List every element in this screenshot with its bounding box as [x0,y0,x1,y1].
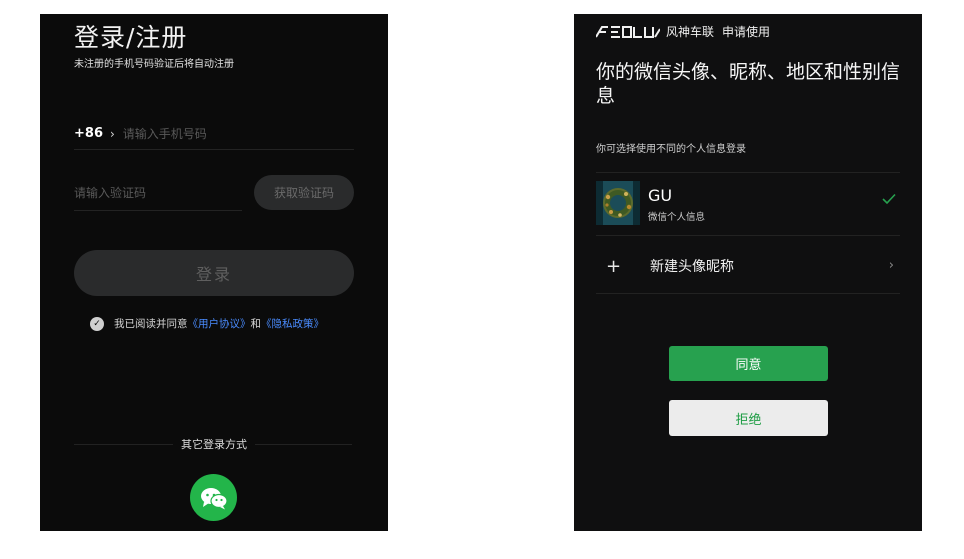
login-button[interactable]: 登录 [74,250,354,296]
auth-title: 你的微信头像、昵称、地区和性别信息 [596,61,901,107]
country-code[interactable]: +86 [74,126,103,141]
profile-name: GU [648,186,673,205]
chevron-right-icon[interactable]: › [110,127,115,141]
page-subtitle: 未注册的手机号码验证后将自动注册 [74,59,234,70]
plus-icon: + [606,255,622,277]
phone-row: +86 › [74,118,354,150]
privacy-policy-link[interactable]: 《隐私政策》 [261,316,324,331]
agree-button[interactable]: 同意 [669,346,828,381]
reject-button[interactable]: 拒绝 [669,400,828,436]
agree-checkbox[interactable]: ✓ [90,316,104,331]
wechat-login-button[interactable] [190,474,237,521]
phone-input[interactable] [122,126,303,141]
divider [596,293,900,294]
login-screen: 登录/注册 未注册的手机号码验证后将自动注册 +86 › 获取验证码 登录 ✓ … [40,14,388,531]
other-login-label: 其它登录方式 [173,436,255,452]
get-code-button[interactable]: 获取验证码 [254,175,354,210]
code-row [74,175,242,211]
check-icon: ✓ [93,318,101,329]
check-icon [882,193,896,205]
aeolus-logo [596,25,660,38]
code-input[interactable] [74,185,242,200]
auth-header: 风神车联 申请使用 [596,23,770,40]
profile-option[interactable]: GU 微信个人信息 [596,181,900,226]
agreement-row: ✓ 我已阅读并同意 《用户协议》 和 《隐私政策》 [90,316,324,331]
profile-desc: 微信个人信息 [648,212,706,223]
wechat-icon [200,487,228,509]
user-agreement-link[interactable]: 《用户协议》 [188,316,251,331]
page-title: 登录/注册 [74,23,188,52]
auth-hint: 你可选择使用不同的个人信息登录 [596,144,746,155]
brand-name: 风神车联 [666,25,715,39]
new-profile-option[interactable]: + 新建头像昵称 › [596,251,900,281]
chevron-right-icon: › [888,258,894,273]
divider [596,172,900,173]
new-profile-label: 新建头像昵称 [650,259,734,275]
agreement-and: 和 [250,318,262,330]
agreement-text: 我已阅读并同意 [114,318,188,330]
avatar [596,181,640,225]
wechat-auth-screen: 风神车联 申请使用 你的微信头像、昵称、地区和性别信息 你可选择使用不同的个人信… [574,14,922,531]
divider [596,235,900,236]
apply-label: 申请使用 [722,25,771,39]
